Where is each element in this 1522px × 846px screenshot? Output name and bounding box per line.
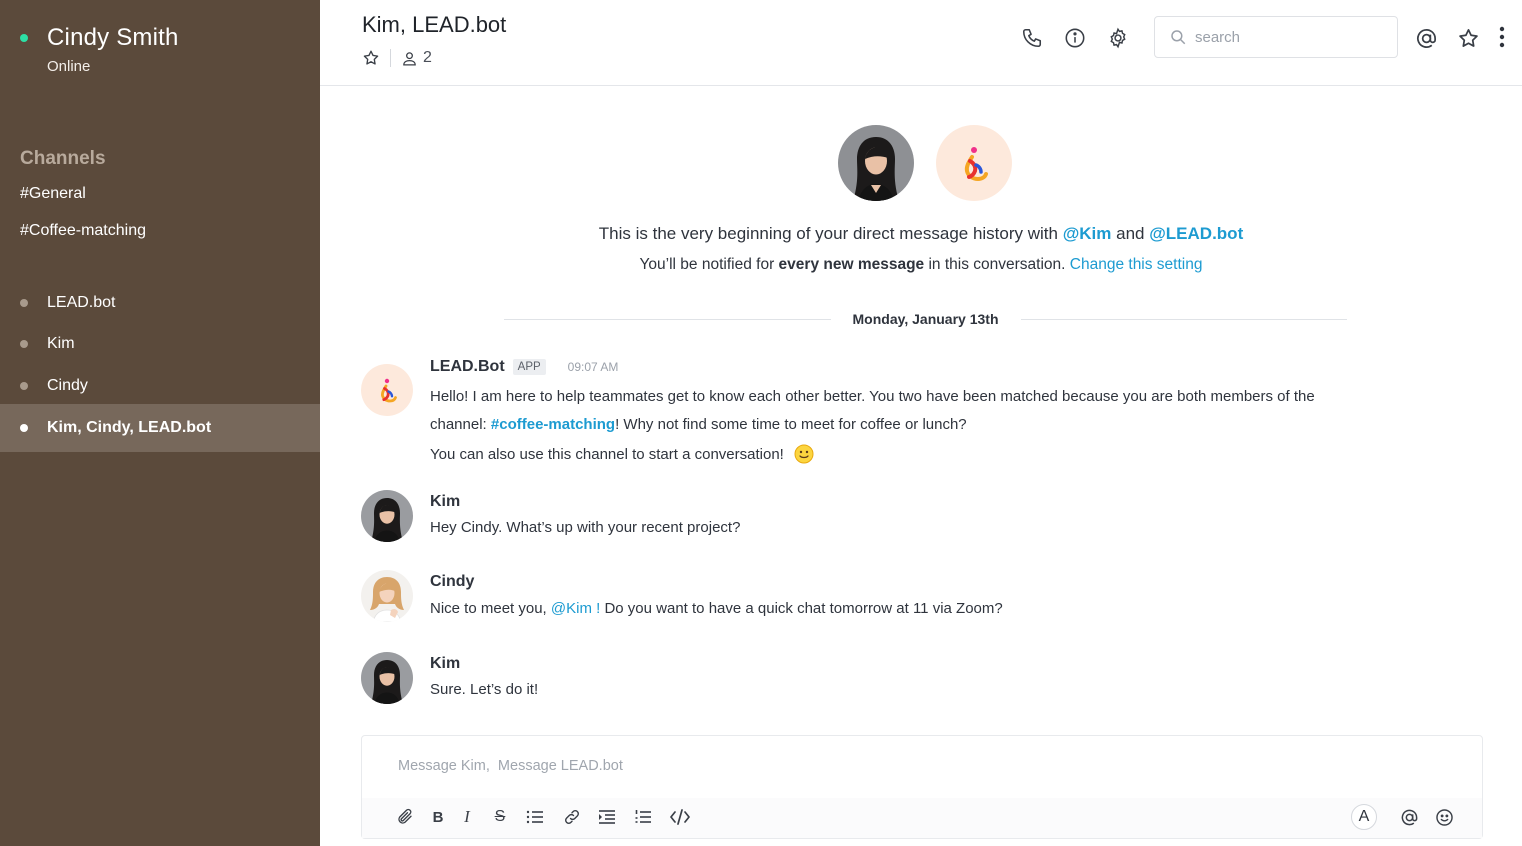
code-icon[interactable]	[668, 805, 692, 829]
bold-icon[interactable]: B	[426, 805, 450, 829]
attach-icon[interactable]	[393, 805, 417, 829]
message-header: Kim	[430, 493, 460, 511]
channel-link-coffee-matching[interactable]: #coffee-matching	[491, 416, 615, 433]
message-text-part: Do you want to have a quick chat tomorro…	[600, 600, 1003, 617]
indent-icon[interactable]	[595, 805, 619, 829]
intro-text: You’ll be notified for	[639, 256, 779, 273]
settings-icon[interactable]	[1105, 25, 1131, 51]
search-input[interactable]	[1195, 28, 1385, 46]
message-composer: B I S A	[361, 735, 1483, 839]
dm-label: LEAD.bot	[47, 294, 116, 311]
members-icon[interactable]	[401, 50, 418, 67]
dm-status-dot	[20, 424, 28, 432]
dm-item-cindy[interactable]: Cindy	[0, 362, 320, 410]
phone-icon[interactable]	[1019, 25, 1045, 51]
user-name: Cindy Smith	[47, 24, 179, 51]
avatar-kim[interactable]	[361, 652, 413, 704]
room-meta: 2	[362, 49, 432, 67]
message-header: LEAD.Bot APP 09:07 AM	[430, 358, 618, 376]
message-author[interactable]: Cindy	[430, 573, 474, 591]
favorite-star-icon[interactable]	[362, 49, 380, 67]
italic-icon[interactable]: I	[455, 805, 479, 829]
message-text: Hey Cindy. What’s up with your recent pr…	[430, 519, 741, 536]
dm-label: Cindy	[47, 377, 88, 394]
search-icon	[1169, 28, 1187, 46]
search-box[interactable]	[1154, 16, 1398, 58]
message-text-part: channel:	[430, 416, 491, 433]
info-icon[interactable]	[1062, 25, 1088, 51]
dm-status-dot	[20, 382, 28, 390]
app-badge: APP	[512, 359, 546, 375]
avatar-kim[interactable]	[838, 125, 914, 201]
dm-status-dot	[20, 299, 28, 307]
intro-line-1: This is the very beginning of your direc…	[320, 224, 1522, 244]
numbered-list-icon[interactable]	[631, 805, 655, 829]
intro-text: and	[1111, 224, 1150, 243]
divider	[504, 318, 831, 320]
online-status-dot	[20, 34, 28, 42]
change-setting-link[interactable]: Change this setting	[1070, 256, 1203, 273]
message-author[interactable]: Kim	[430, 655, 460, 673]
room-title: Kim, LEAD.bot	[362, 12, 507, 37]
dm-label: Kim, Cindy, LEAD.bot	[47, 419, 212, 436]
strikethrough-icon[interactable]: S	[488, 805, 512, 829]
message-text-part: You can also use this channel to start a…	[430, 445, 784, 463]
sidebar: Cindy Smith Online Channels #General #Co…	[0, 0, 320, 846]
intro-line-2: You’ll be notified for every new message…	[320, 256, 1522, 274]
font-icon[interactable]: A	[1351, 804, 1377, 830]
intro-avatars	[838, 125, 1012, 201]
dm-item-kim[interactable]: Kim	[0, 320, 320, 368]
message-text: Sure. Let’s do it!	[430, 681, 539, 698]
date-separator: Monday, January 13th	[504, 311, 1348, 327]
message-header: Kim	[430, 655, 460, 673]
member-count[interactable]: 2	[423, 49, 432, 67]
current-user[interactable]: Cindy Smith Online	[20, 24, 179, 75]
avatar-cindy[interactable]	[361, 570, 413, 622]
smiley-emoji-icon	[794, 444, 814, 464]
avatar-leadbot[interactable]	[936, 125, 1012, 201]
channel-coffee-matching[interactable]: #Coffee-matching	[20, 222, 146, 240]
date-label: Monday, January 13th	[852, 311, 999, 327]
message-text-part: ! Why not find some time to meet for cof…	[615, 416, 967, 433]
divider	[1020, 318, 1348, 320]
message-text: channel: #coffee-matching! Why not find …	[430, 416, 967, 433]
mention-icon[interactable]	[1413, 25, 1439, 51]
user-status: Online	[47, 58, 91, 75]
message-author[interactable]: LEAD.Bot	[430, 358, 505, 376]
formatting-toolbar: B I S A	[362, 798, 1482, 838]
star-icon[interactable]	[1455, 25, 1481, 51]
message-header: Cindy	[430, 573, 474, 591]
mention-icon[interactable]	[1397, 805, 1421, 829]
mention-kim[interactable]: @Kim	[1063, 224, 1112, 243]
meta-divider	[390, 49, 391, 67]
dm-label: Kim	[47, 335, 75, 352]
bullet-list-icon[interactable]	[523, 805, 547, 829]
intro-text: This is the very beginning of your direc…	[598, 224, 1063, 243]
message-author[interactable]: Kim	[430, 493, 460, 511]
message-text: You can also use this channel to start a…	[430, 444, 814, 464]
dm-status-dot	[20, 340, 28, 348]
channels-heading: Channels	[20, 148, 106, 169]
mention-kim[interactable]: @Kim !	[551, 600, 600, 617]
intro-bold-text: every new message	[778, 256, 925, 273]
mention-leadbot[interactable]: @LEAD.bot	[1149, 224, 1243, 243]
message-text: Nice to meet you, @Kim ! Do you want to …	[430, 600, 1003, 617]
avatar-leadbot[interactable]	[361, 364, 413, 416]
link-icon[interactable]	[560, 805, 584, 829]
kebab-menu-icon[interactable]	[1489, 24, 1515, 50]
room-header: Kim, LEAD.bot 2	[320, 0, 1522, 86]
intro-text: in this conversation.	[924, 256, 1070, 273]
message-input[interactable]	[398, 758, 1298, 774]
dm-item-group[interactable]: Kim, Cindy, LEAD.bot	[0, 404, 320, 452]
message-time: 09:07 AM	[567, 360, 619, 374]
emoji-icon[interactable]	[1432, 805, 1456, 829]
message-text: Hello! I am here to help teammates get t…	[430, 388, 1315, 405]
message-text-part: Nice to meet you,	[430, 600, 551, 617]
channel-general[interactable]: #General	[20, 185, 86, 203]
avatar-kim[interactable]	[361, 490, 413, 542]
